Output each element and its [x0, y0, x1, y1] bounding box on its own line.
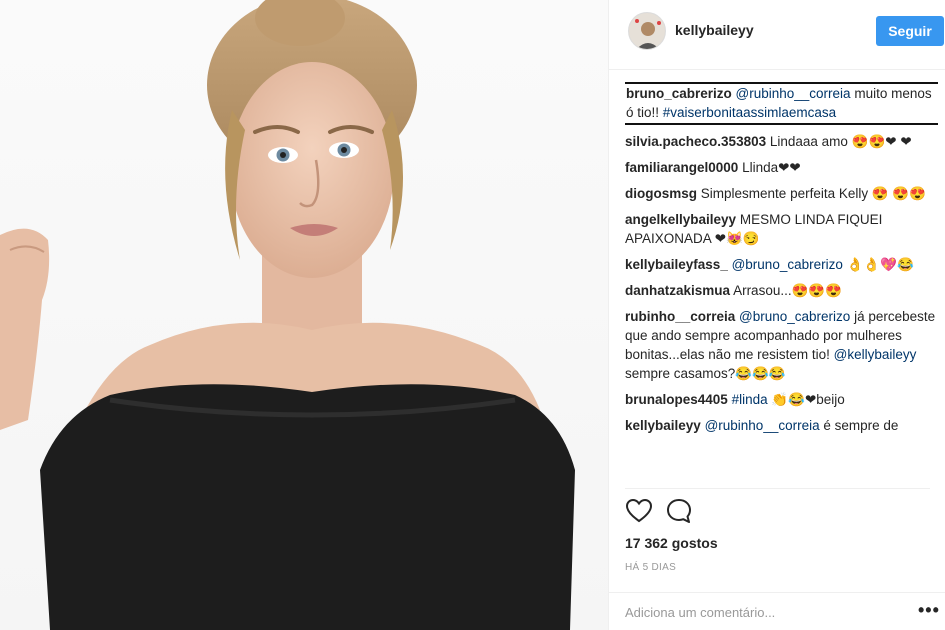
- comment-item: kellybaileyy @rubinho__correia é sempre …: [625, 416, 938, 435]
- comments-list[interactable]: bruno_cabrerizo @rubinho__correia muito …: [625, 82, 938, 486]
- comment-link[interactable]: @rubinho__correia: [705, 418, 820, 433]
- avatar[interactable]: [628, 12, 666, 50]
- comment-username[interactable]: bruno_cabrerizo: [626, 86, 732, 101]
- comment-link[interactable]: @bruno_cabrerizo: [732, 257, 843, 272]
- comment-username[interactable]: angelkellybaileyy: [625, 212, 736, 227]
- portrait-illustration: [0, 0, 575, 630]
- comment-item: brunalopes4405 #linda 👏😂❤beijo: [625, 390, 938, 409]
- comment-link[interactable]: #vaiserbonitaassimlaemcasa: [663, 105, 836, 120]
- follow-button[interactable]: Seguir: [876, 16, 944, 46]
- comment-username[interactable]: diogosmsg: [625, 186, 697, 201]
- add-comment-bar: •••: [609, 592, 945, 630]
- comment-item: rubinho__correia @bruno_cabrerizo já per…: [625, 307, 938, 383]
- comment-link[interactable]: @rubinho__correia: [736, 86, 851, 101]
- comment-icon[interactable]: [665, 497, 693, 525]
- more-options-icon[interactable]: •••: [918, 601, 940, 619]
- comment-input[interactable]: [625, 601, 895, 623]
- heart-icon[interactable]: [625, 497, 653, 525]
- comment-text: Simplesmente perfeita Kelly 😍 😍😍: [700, 186, 927, 201]
- comment-username[interactable]: kellybaileyy: [625, 418, 701, 433]
- comment-username[interactable]: danhatzakismua: [625, 283, 730, 298]
- comment-text: 👏😂❤beijo: [767, 392, 845, 407]
- comment-item: familiarangel0000 Llinda❤❤: [625, 158, 938, 177]
- post-sidebar: kellybaileyy Seguir bruno_cabrerizo @rub…: [608, 0, 945, 630]
- post-date: HÁ 5 DIAS: [625, 562, 677, 573]
- comment-username[interactable]: brunalopes4405: [625, 392, 728, 407]
- comment-text: é sempre de: [819, 418, 899, 433]
- avatar-image: [629, 13, 665, 49]
- divider: [625, 488, 930, 489]
- comment-text: Arrasou...😍😍😍: [733, 283, 843, 298]
- comment-text: Llinda❤❤: [742, 160, 801, 175]
- comment-item: angelkellybaileyy MESMO LINDA FIQUEI APA…: [625, 210, 938, 248]
- comment-username[interactable]: kellybaileyfass_: [625, 257, 728, 272]
- comment-username[interactable]: silvia.pacheco.353803: [625, 134, 766, 149]
- likes-count[interactable]: 17 362 gostos: [625, 535, 718, 551]
- comment-text: sempre casamos?😂😂😂: [625, 366, 786, 381]
- comment-username[interactable]: familiarangel0000: [625, 160, 738, 175]
- comment-link[interactable]: #linda: [732, 392, 768, 407]
- comment-text: 👌👌💖😂: [842, 257, 914, 272]
- comment-link[interactable]: @kellybaileyy: [834, 347, 917, 362]
- post-header: kellybaileyy Seguir: [609, 0, 945, 70]
- highlighted-comment: bruno_cabrerizo @rubinho__correia muito …: [625, 82, 938, 125]
- comment-item: danhatzakismua Arrasou...😍😍😍: [625, 281, 938, 300]
- author-username[interactable]: kellybaileyy: [675, 22, 754, 38]
- comment-item: silvia.pacheco.353803 Lindaaa amo 😍😍❤ ❤: [625, 132, 938, 151]
- comment-link[interactable]: @bruno_cabrerizo: [739, 309, 850, 324]
- post-photo[interactable]: [0, 0, 608, 630]
- comment-username[interactable]: rubinho__correia: [625, 309, 735, 324]
- comment-item: diogosmsg Simplesmente perfeita Kelly 😍 …: [625, 184, 938, 203]
- comment-text: Lindaaa amo 😍😍❤ ❤: [769, 134, 912, 149]
- comment-item: kellybaileyfass_ @bruno_cabrerizo 👌👌💖😂: [625, 255, 938, 274]
